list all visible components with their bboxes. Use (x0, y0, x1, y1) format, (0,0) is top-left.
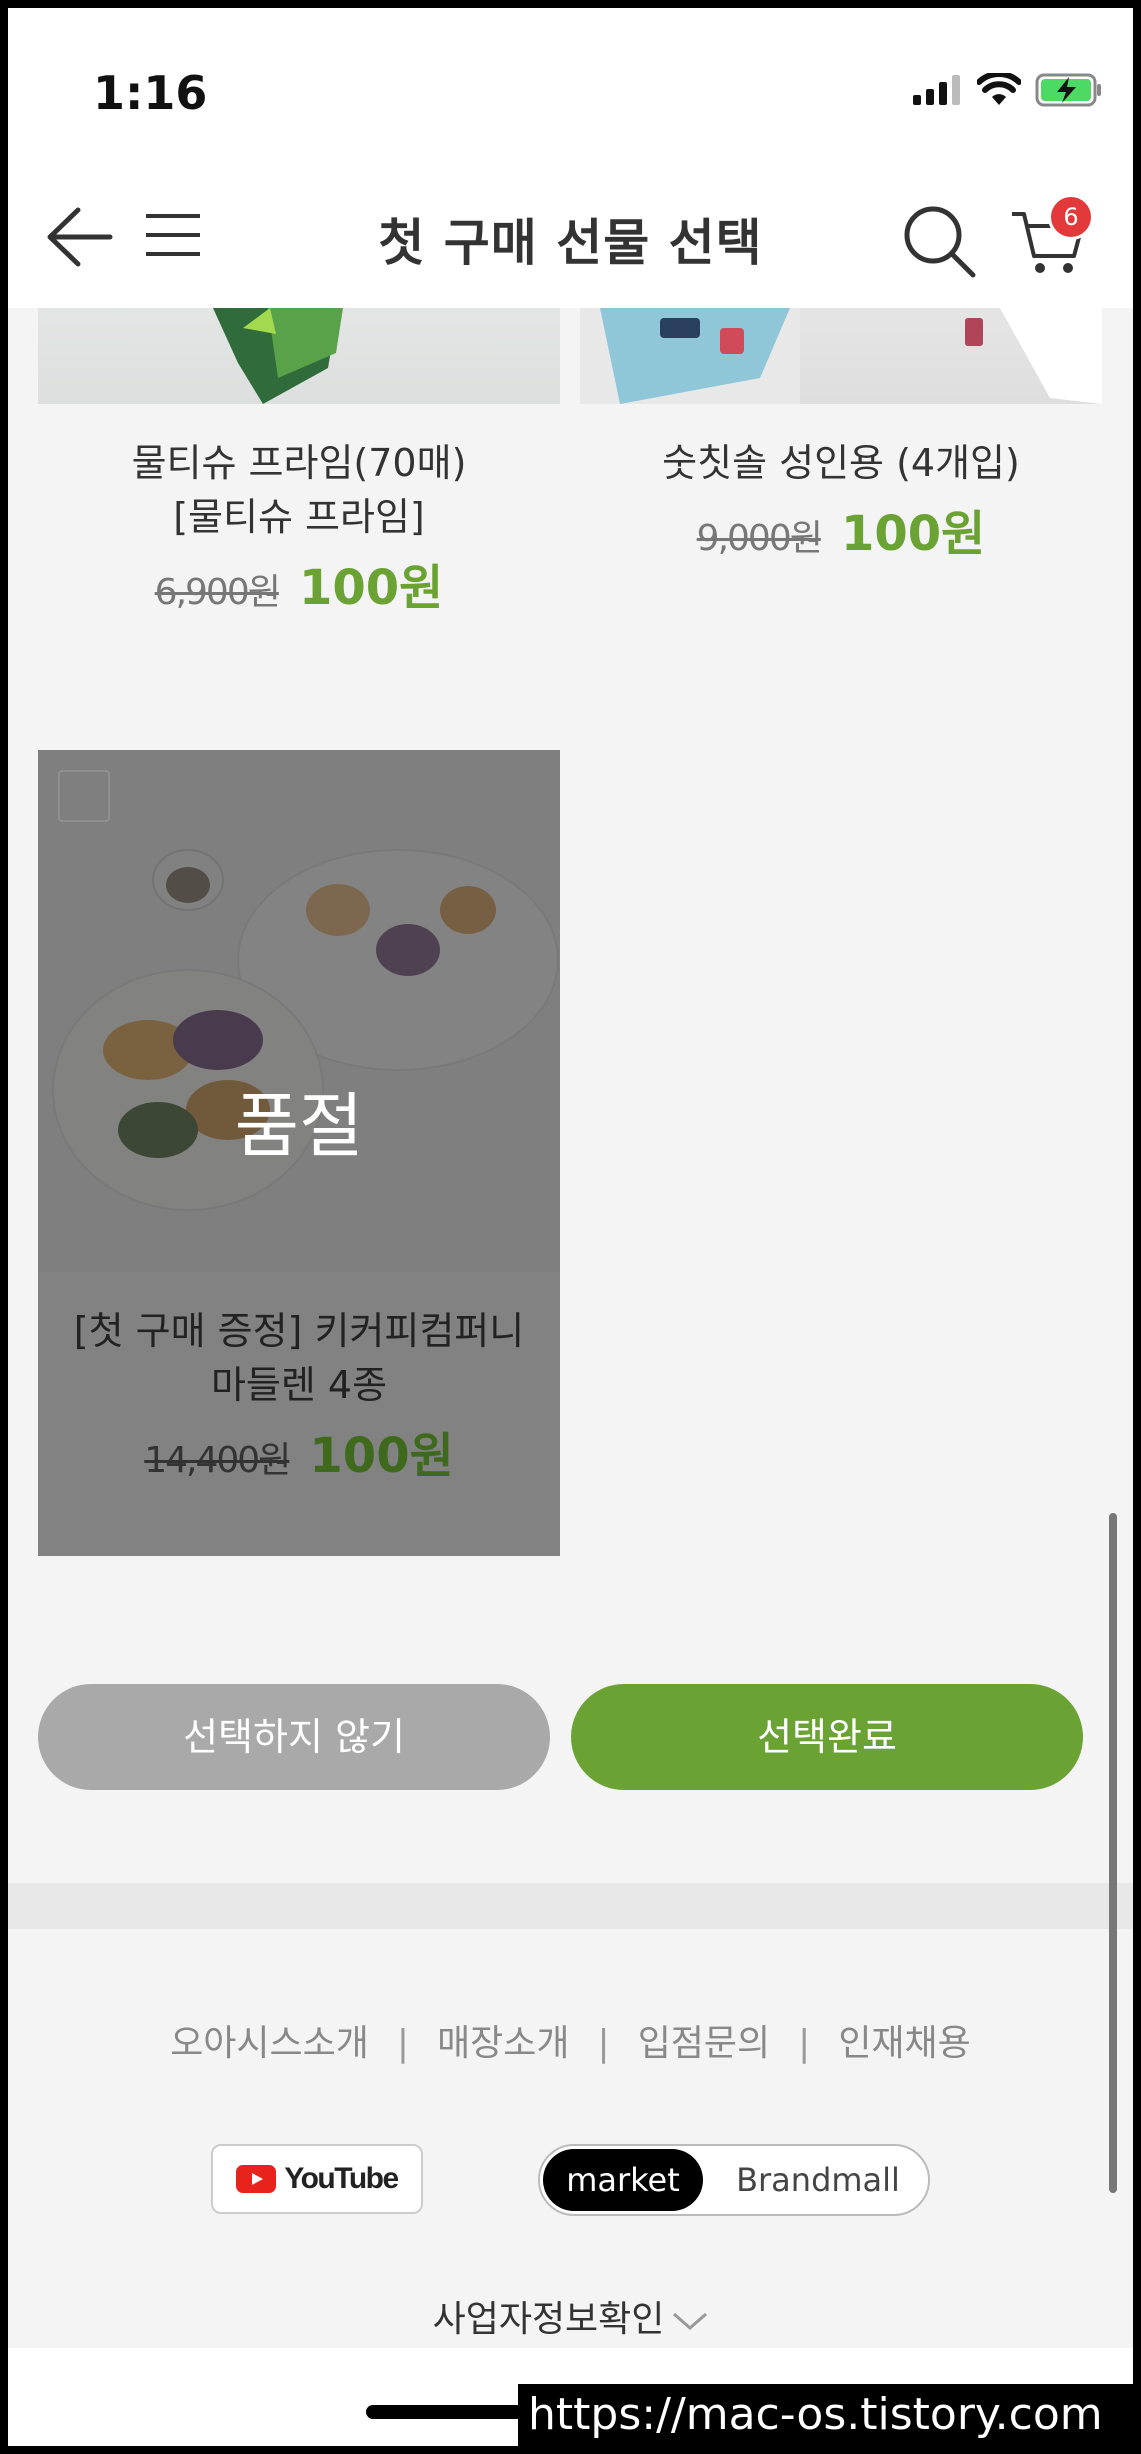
youtube-label: YouTube (284, 2162, 399, 2195)
toggle-market[interactable]: market (543, 2149, 703, 2211)
footer-links: 오아시스소개 | 매장소개 | 입점문의 | 인재채용 (170, 2023, 971, 2064)
original-price: 9,000원 (696, 518, 823, 559)
cart-count-badge: 6 (1048, 194, 1094, 240)
phone-screen: 1:16 첫 구매 선물 선택 6 물티슈 프라임(70매) [물티슈 프라임]… (8, 8, 1133, 2446)
product-price: 6,900원 100원 (38, 548, 560, 618)
battery-charging-icon (1035, 73, 1101, 107)
top-nav: 첫 구매 선물 선택 6 (8, 158, 1133, 308)
status-time: 1:16 (93, 66, 208, 120)
original-price: 6,900원 (154, 572, 281, 613)
toggle-brandmall[interactable]: Brandmall (710, 2146, 926, 2214)
skip-selection-button[interactable]: 선택하지 않기 (38, 1684, 550, 1790)
status-bar: 1:16 (8, 8, 1133, 158)
youtube-play-icon (236, 2165, 277, 2193)
business-info-toggle[interactable]: 사업자정보확인 (8, 2290, 1133, 2342)
sale-price: 100원 (309, 1428, 454, 1484)
product-image[interactable] (38, 308, 560, 404)
product-price: 14,400원 100원 (38, 1416, 560, 1486)
chevron-down-icon (673, 2312, 708, 2330)
signal-icon (913, 75, 960, 105)
watermark: https://mac-os.tistory.com (518, 2384, 1133, 2446)
product-name: [첫 구매 증정] 키커피컴퍼니 마들렌 4종 (73, 1309, 525, 1407)
youtube-button[interactable]: YouTube (211, 2144, 423, 2214)
footer-link-stores[interactable]: 매장소개 (437, 2023, 569, 2064)
select-checkbox (58, 770, 110, 822)
wifi-icon (977, 73, 1021, 105)
scrollbar[interactable] (1109, 1513, 1117, 2193)
market-brandmall-toggle[interactable]: market Brandmall (538, 2144, 930, 2216)
status-icons (913, 70, 1103, 110)
footer-link-partnership[interactable]: 입점문의 (638, 2023, 770, 2064)
product-image[interactable] (580, 308, 1102, 404)
sale-price: 100원 (840, 506, 986, 562)
business-info-label: 사업자정보확인 (432, 2299, 665, 2340)
soldout-label: 품절 (234, 1085, 364, 1167)
sale-price: 100원 (298, 560, 444, 616)
footer-divider (8, 1883, 1133, 1929)
original-price: 14,400원 (144, 1440, 291, 1481)
footer-link-careers[interactable]: 인재채용 (838, 2023, 970, 2064)
product-price: 9,000원 100원 (580, 494, 1102, 564)
product-name[interactable]: 숫칫솔 성인용 (4개입) (580, 436, 1102, 490)
selection-complete-button[interactable]: 선택완료 (571, 1684, 1083, 1790)
product-name[interactable]: 물티슈 프라임(70매) [물티슈 프라임] (38, 436, 560, 544)
search-icon[interactable] (901, 203, 977, 279)
footer-link-about[interactable]: 오아시스소개 (170, 2023, 369, 2064)
